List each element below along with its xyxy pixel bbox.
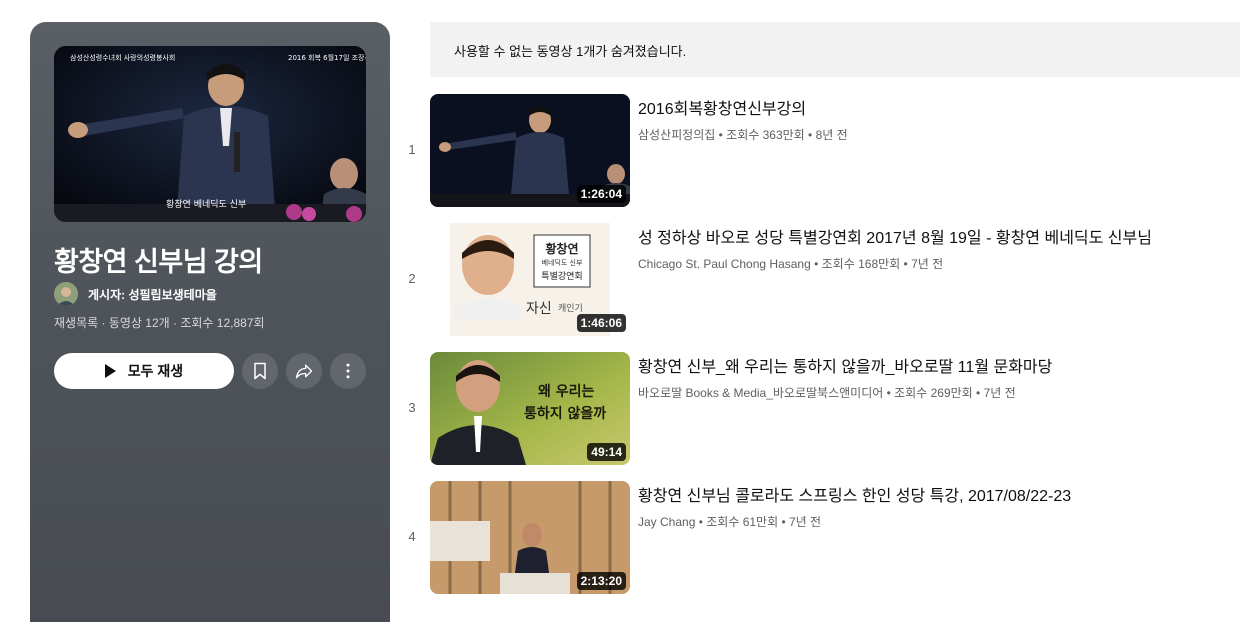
avatar[interactable] (54, 282, 78, 306)
video-thumbnail[interactable]: 1:26:04 (430, 94, 630, 207)
hidden-videos-notice: 사용할 수 없는 동영상 1개가 숨겨졌습니다. (430, 22, 1240, 77)
playlist-hero-thumbnail[interactable]: 삼성산성령수녀회 사랑의성령봉사회 2016 회복 6월17일 조장강의1 황창… (54, 46, 366, 222)
playlist-header-panel: 삼성산성령수녀회 사랑의성령봉사회 2016 회복 6월17일 조장강의1 황창… (30, 22, 390, 622)
video-meta[interactable]: Jay Chang • 조회수 61만회 • 7년 전 (638, 513, 821, 530)
save-playlist-button[interactable] (242, 353, 278, 389)
thumb-text-calligraphy: 자신 (526, 301, 552, 317)
video-thumbnail[interactable]: 황창연 베네딕도 신부 특별강연회 자신 캐인기 1:46:06 (430, 223, 630, 336)
video-thumbnail[interactable]: 왜 우리는 통하지 않을까 49:14 (430, 352, 630, 465)
video-thumbnail[interactable]: 2:13:20 (430, 481, 630, 594)
play-icon (104, 364, 116, 378)
more-actions-button[interactable] (330, 353, 366, 389)
hero-caption-left: 삼성산성령수녀회 사랑의성령봉사회 (70, 53, 175, 62)
video-title[interactable]: 황창연 신부_왜 우리는 통하지 않을까_바오로딸 11월 문화마당 (638, 353, 1052, 377)
thumb-text-role: 베네딕도 신부 (542, 258, 583, 267)
playlist-video-row[interactable]: 4 2:13:20 황창연 신부님 콜로라도 스프링스 한인 성당 특강, 20… (400, 481, 1240, 597)
thumb-text-event: 특별강연회 (541, 271, 582, 282)
share-button[interactable] (286, 353, 322, 389)
playlist-owner[interactable]: 게시자: 성필립보생테마을 (54, 282, 217, 306)
video-title[interactable]: 2016회복황창연신부강의 (638, 95, 806, 119)
thumb-text-calligraphy-2: 캐인기 (558, 303, 583, 314)
video-meta[interactable]: 삼성산피정의집 • 조회수 363만회 • 8년 전 (638, 126, 848, 143)
video-duration: 1:46:06 (576, 314, 626, 332)
playlist-video-row[interactable]: 2 황창연 베네딕도 신부 특별강연회 자신 캐인기 1:46:06 성 정하상… (400, 223, 1240, 339)
bookmark-icon (254, 362, 266, 380)
thumb-text-line2: 통하지 않을까 (524, 405, 606, 422)
playlist-video-row[interactable]: 3 왜 우리는 통하지 않을까 49:14 황창연 신부_왜 우리는 통하지 않… (400, 352, 1240, 468)
hero-caption-right: 2016 회복 6월17일 조장강의1 (288, 53, 366, 62)
video-meta[interactable]: 바오로딸 Books & Media_바오로딸북스앤미디어 • 조회수 269만… (638, 384, 1016, 401)
video-title[interactable]: 성 정하상 바오로 성당 특별강연회 2017년 8월 19일 - 황창연 베네… (638, 224, 1152, 248)
video-index: 2 (408, 271, 416, 286)
play-all-button[interactable]: 모두 재생 (54, 353, 234, 389)
play-all-label: 모두 재생 (127, 363, 184, 379)
playlist-video-row[interactable]: 1 1:26:04 2016회복황창연신부강의 삼성산피정의집 • 조회수 36… (400, 94, 1240, 210)
video-duration: 49:14 (587, 443, 626, 461)
hero-speaker-name: 황창연 베네딕도 신부 (166, 199, 246, 210)
video-title[interactable]: 황창연 신부님 콜로라도 스프링스 한인 성당 특강, 2017/08/22-2… (638, 482, 1071, 506)
video-index: 3 (408, 400, 416, 415)
video-duration: 2:13:20 (576, 572, 626, 590)
video-index: 4 (408, 529, 416, 544)
thumb-text-line1: 왜 우리는 (538, 384, 595, 400)
playlist-meta: 재생목록 · 동영상 12개 · 조회수 12,887회 (54, 316, 265, 330)
video-index: 1 (408, 142, 416, 157)
thumb-text-name: 황창연 (545, 241, 578, 256)
more-vert-icon (346, 363, 350, 379)
playlist-owner-name[interactable]: 게시자: 성필립보생테마을 (88, 286, 217, 303)
share-icon (295, 364, 313, 379)
playlist-title: 황창연 신부님 강의 (54, 247, 263, 277)
video-meta[interactable]: Chicago St. Paul Chong Hasang • 조회수 168만… (638, 255, 943, 272)
video-duration: 1:26:04 (576, 185, 626, 203)
